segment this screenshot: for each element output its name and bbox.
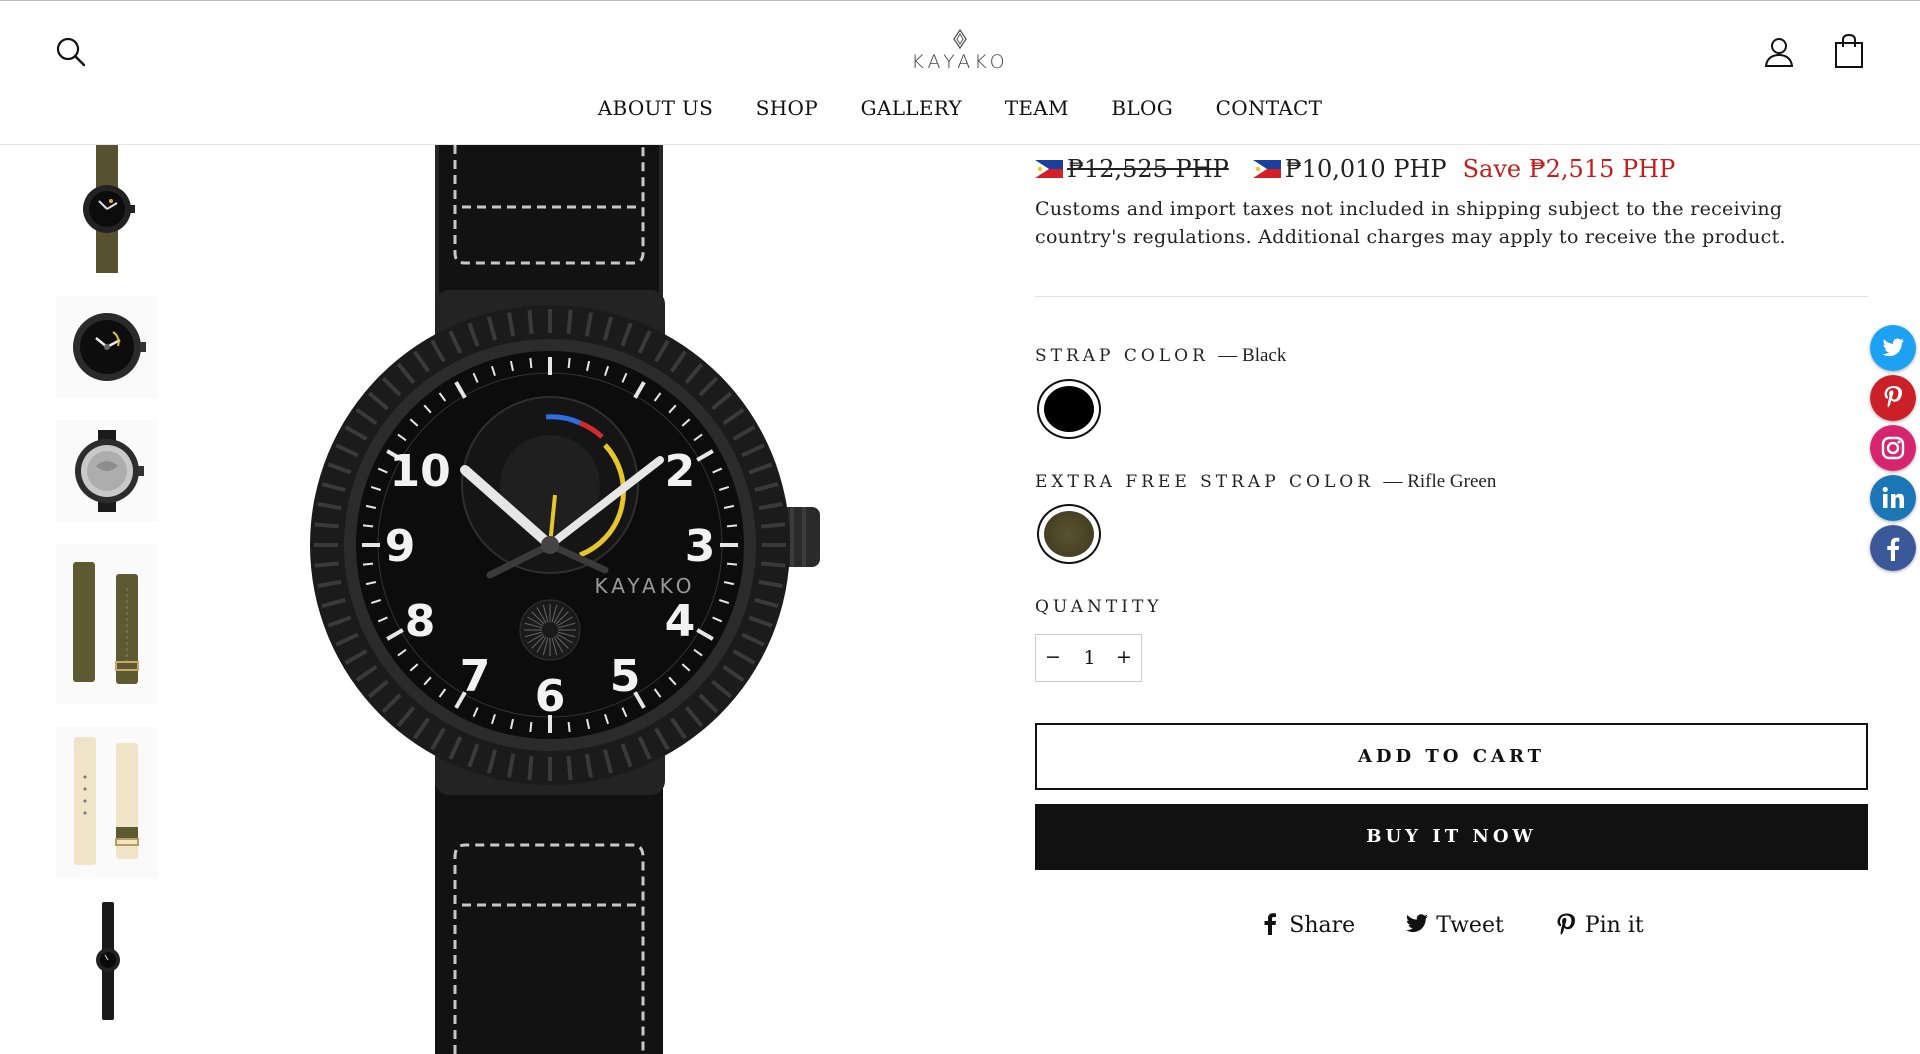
pin-label: Pin it <box>1584 913 1644 938</box>
divider <box>1035 296 1868 297</box>
nav-about-us[interactable]: ABOUT US <box>598 96 713 120</box>
quantity-label: QUANTITY <box>1035 597 1163 617</box>
thumbnail-watch-green-strap[interactable] <box>56 145 158 273</box>
share-links: Share Tweet Pin it <box>1035 913 1868 938</box>
share-label: Share <box>1289 913 1356 938</box>
search-icon[interactable] <box>54 35 88 69</box>
share-twitter-link[interactable]: Tweet <box>1406 913 1504 938</box>
quantity-stepper: − 1 + <box>1035 634 1142 682</box>
dial-numeral: 8 <box>405 596 436 647</box>
tweet-label: Tweet <box>1436 913 1504 938</box>
instagram-icon[interactable] <box>1870 425 1916 471</box>
dial-numeral: 5 <box>610 651 641 702</box>
nav-contact[interactable]: CONTACT <box>1216 96 1323 120</box>
price-row: ₱12,525 PHP ₱10,010 PHP Save ₱2,515 PHP <box>1035 155 1675 191</box>
thumbnail-watch-back[interactable] <box>56 420 158 522</box>
dial-numeral: 2 <box>665 446 696 497</box>
nav-shop[interactable]: SHOP <box>756 96 818 120</box>
add-to-cart-button[interactable]: ADD TO CART <box>1035 723 1868 790</box>
facebook-icon <box>1264 913 1277 935</box>
account-icon[interactable] <box>1762 35 1796 69</box>
twitter-icon <box>1406 914 1429 933</box>
logo-mark-icon <box>953 29 967 49</box>
main-product-image[interactable]: 10 9 8 7 6 5 4 3 2 KAYAKO <box>250 145 900 1054</box>
thumbnail-watch-face[interactable] <box>56 296 158 398</box>
dial-brand-text: KAYAKO <box>594 574 695 598</box>
thumbnail-watch-side[interactable] <box>56 900 158 1022</box>
dial-numeral: 3 <box>685 521 716 572</box>
swatch-fill <box>1044 511 1094 557</box>
linkedin-icon[interactable] <box>1870 475 1916 521</box>
logo-text: KAYAKO <box>911 51 1009 73</box>
site-header: KAYAKO ABOUT US SHOP GALLERY TEAM BLOG C… <box>0 1 1920 145</box>
thumbnail-cream-straps[interactable] <box>56 727 158 877</box>
nav-team[interactable]: TEAM <box>1005 96 1069 120</box>
quantity-decrease-button[interactable]: − <box>1038 635 1068 681</box>
tax-notice: Customs and import taxes not included in… <box>1035 198 1786 248</box>
site-logo[interactable]: KAYAKO <box>860 29 1060 73</box>
philippines-flag-icon <box>1035 160 1063 178</box>
pinterest-icon <box>1557 913 1575 935</box>
quantity-input[interactable]: 1 <box>1066 635 1113 681</box>
extra-strap-swatch-rifle-green[interactable] <box>1037 504 1101 564</box>
strap-color-value: — Black <box>1218 345 1287 366</box>
share-facebook-link[interactable]: Share <box>1259 913 1355 938</box>
dial-numeral: 9 <box>385 521 416 572</box>
dial-numeral: 10 <box>389 446 450 497</box>
extra-strap-color-label-text: EXTRA FREE STRAP COLOR <box>1035 472 1375 492</box>
strap-color-label: STRAP COLOR — Black <box>1035 345 1286 367</box>
main-nav: ABOUT US SHOP GALLERY TEAM BLOG CONTACT <box>0 96 1920 120</box>
bottom-strap <box>435 760 663 1054</box>
dial-numeral: 6 <box>535 671 566 722</box>
nav-gallery[interactable]: GALLERY <box>861 96 962 120</box>
swatch-fill <box>1044 386 1094 432</box>
cart-icon[interactable] <box>1832 33 1866 69</box>
save-amount: Save ₱2,515 PHP <box>1462 155 1676 183</box>
pinterest-icon[interactable] <box>1870 375 1916 421</box>
share-pinterest-link[interactable]: Pin it <box>1555 913 1644 938</box>
strap-color-swatch-black[interactable] <box>1037 379 1101 439</box>
facebook-icon[interactable] <box>1870 525 1916 571</box>
thumbnail-green-straps[interactable] <box>56 544 158 704</box>
current-price: ₱10,010 PHP <box>1284 155 1447 183</box>
compare-price: ₱12,525 PHP <box>1067 155 1229 183</box>
extra-strap-color-label: EXTRA FREE STRAP COLOR — Rifle Green <box>1035 471 1496 493</box>
philippines-flag-icon <box>1252 160 1281 178</box>
extra-strap-color-value: — Rifle Green <box>1383 471 1497 492</box>
dial-numeral: 7 <box>460 651 491 702</box>
twitter-icon[interactable] <box>1870 325 1916 371</box>
dial-numeral: 4 <box>665 596 696 647</box>
buy-now-button[interactable]: BUY IT NOW <box>1035 804 1868 870</box>
strap-color-label-text: STRAP COLOR <box>1035 346 1209 366</box>
nav-blog[interactable]: BLOG <box>1111 96 1173 120</box>
quantity-increase-button[interactable]: + <box>1109 635 1139 681</box>
